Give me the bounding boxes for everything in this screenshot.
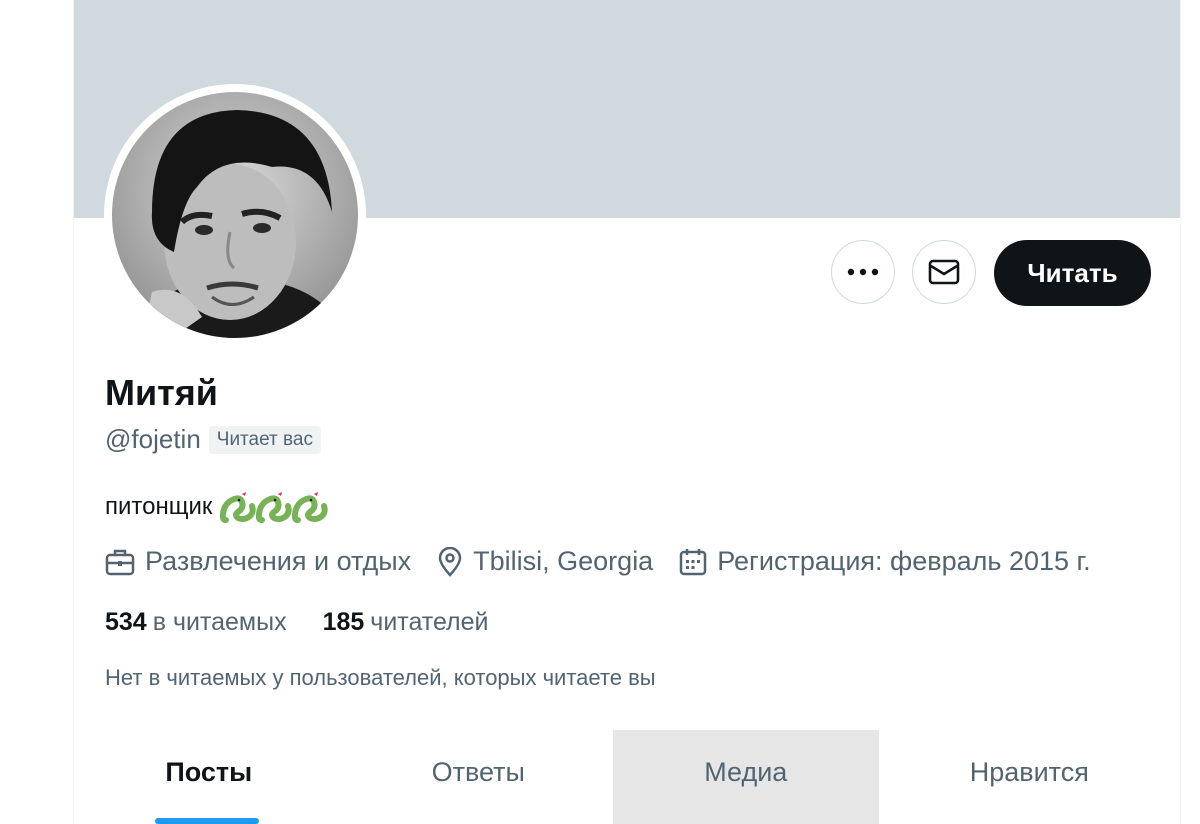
- ellipsis-icon: [847, 268, 879, 276]
- tab-replies[interactable]: Ответы: [344, 730, 614, 824]
- left-gutter: [0, 0, 73, 824]
- envelope-icon: [928, 259, 960, 285]
- location-item: Tbilisi, Georgia: [437, 546, 653, 577]
- tab-media[interactable]: Медиа: [613, 730, 879, 824]
- calendar-icon: [679, 548, 707, 575]
- snake-emoji-icon: [220, 492, 257, 523]
- tab-label: Медиа: [704, 756, 788, 787]
- handle-row: @fojetin Читает вас: [105, 424, 321, 455]
- location-label: Tbilisi, Georgia: [473, 546, 654, 576]
- profile-meta: Развлечения и отдых Tbilisi, Georgia Рег…: [105, 546, 1117, 577]
- joined-label: Регистрация: февраль 2015 г.: [717, 546, 1091, 576]
- tab-label: Ответы: [431, 756, 525, 787]
- briefcase-icon: [105, 549, 135, 575]
- followers-label: читателей: [370, 608, 489, 636]
- followers-count: 185: [322, 608, 365, 636]
- tab-likes[interactable]: Нравится: [879, 730, 1180, 824]
- follow-button[interactable]: Читать: [994, 240, 1151, 306]
- active-tab-indicator: [155, 818, 259, 824]
- following-link[interactable]: 534 в читаемых: [105, 608, 287, 637]
- mutual-followers-note: Нет в читаемых у пользователей, которых …: [105, 665, 656, 690]
- more-options-button[interactable]: [831, 240, 895, 304]
- tab-label: Посты: [165, 756, 253, 787]
- username-handle: @fojetin: [105, 424, 201, 454]
- location-pin-icon: [438, 546, 462, 577]
- tab-posts[interactable]: Посты: [74, 730, 344, 824]
- snake-emoji-icon: [256, 492, 293, 523]
- display-name: Митяй: [105, 372, 218, 413]
- bio-emoji-group: [220, 490, 329, 524]
- avatar-frame[interactable]: [104, 84, 366, 346]
- followers-link[interactable]: 185 читателей: [323, 608, 489, 637]
- bio: питонщик: [105, 490, 329, 524]
- snake-emoji-icon: [292, 492, 329, 523]
- category-label: Развлечения и отдых: [145, 546, 412, 576]
- avatar[interactable]: [112, 92, 358, 338]
- joined-item: Регистрация: февраль 2015 г.: [679, 546, 1091, 577]
- category-item: Развлечения и отдых: [105, 546, 411, 577]
- message-button[interactable]: [912, 240, 976, 304]
- profile-column: Читать Митяй @fojetin Читает вас питонщи…: [73, 0, 1181, 824]
- follow-stats: 534 в читаемых 185 читателей: [105, 608, 525, 637]
- follows-you-badge: Читает вас: [208, 425, 321, 454]
- profile-tabs: Посты Ответы Медиа Нравится: [74, 730, 1180, 824]
- following-count: 534: [105, 608, 147, 636]
- following-label: в читаемых: [152, 608, 287, 636]
- bio-text: питонщик: [105, 493, 213, 520]
- tab-label: Нравится: [969, 756, 1089, 787]
